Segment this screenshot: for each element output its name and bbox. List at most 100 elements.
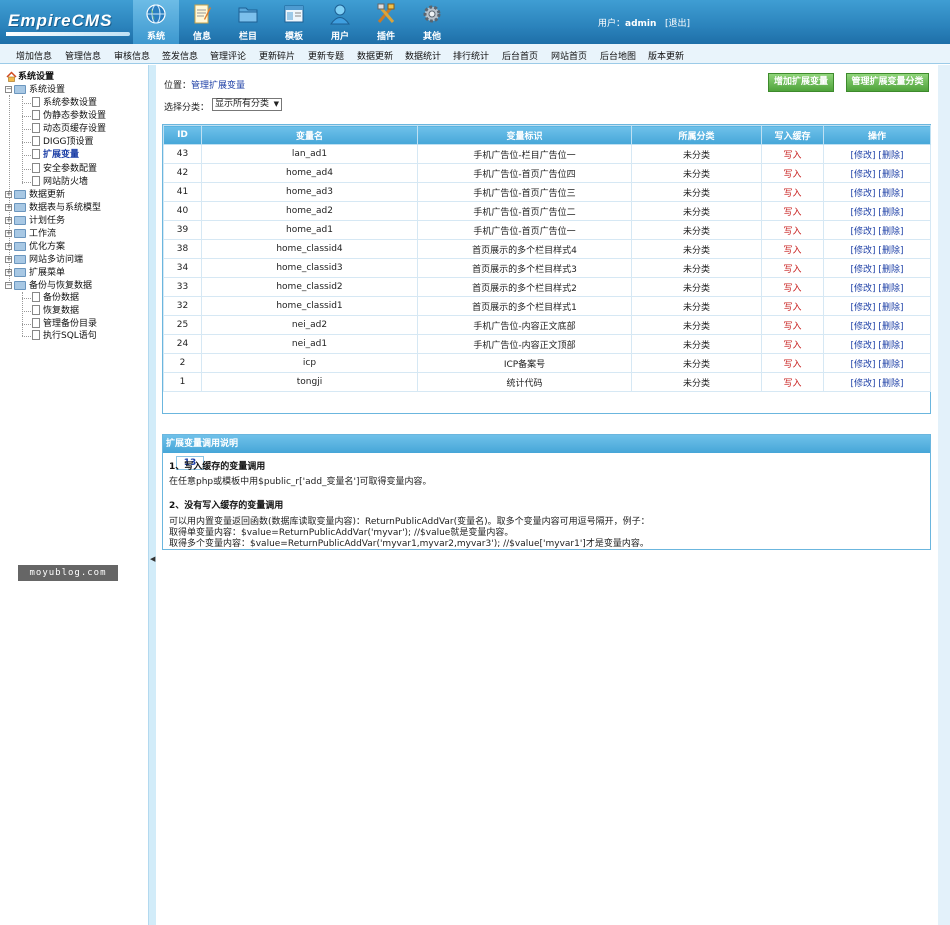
submenu-item[interactable]: 数据统计 [405, 49, 441, 62]
submenu-item[interactable]: 后台首页 [502, 49, 538, 62]
submenu-item[interactable]: 更新碎片 [259, 49, 295, 62]
cell-ops[interactable]: [修改] [删除] [823, 258, 931, 278]
cell-cache[interactable]: 写入 [761, 201, 824, 221]
sidebar-item-restore-data[interactable]: 恢复数据 [32, 305, 146, 317]
right-rail [938, 65, 950, 925]
cell-cache[interactable]: 写入 [761, 239, 824, 259]
expand-icon[interactable]: + [5, 191, 12, 198]
expand-icon[interactable]: + [5, 217, 12, 224]
tree-group-system-settings[interactable]: − 系统设置 [5, 84, 145, 96]
tree-guide-line [22, 336, 31, 337]
cell-cache[interactable]: 写入 [761, 144, 824, 164]
empirecms-logo[interactable]: EmpireCMS [6, 8, 132, 38]
sidebar-item-manage-backup-dir[interactable]: 管理备份目录 [32, 318, 146, 330]
nav-tab-plugin[interactable]: 插件 [363, 0, 409, 44]
sidebar-splitter[interactable]: ◀ [148, 65, 156, 925]
cell-ops[interactable]: [修改] [删除] [823, 334, 931, 354]
tree-group-extend-menu[interactable]: + 扩展菜单 [5, 267, 145, 279]
nav-tab-user[interactable]: 用户 [317, 0, 363, 44]
sidebar-item-extend-vars[interactable]: 扩展变量 [32, 149, 146, 161]
help-text-2c: 取得多个变量内容：$value=ReturnPublicAddVar('myva… [169, 539, 649, 549]
cell-ops[interactable]: [修改] [删除] [823, 239, 931, 259]
add-extend-var-button[interactable]: 增加扩展变量 [768, 73, 834, 92]
nav-tab-label: 模板 [284, 32, 303, 42]
tree-group-scheduled-tasks[interactable]: + 计划任务 [5, 215, 145, 227]
expand-icon[interactable]: + [5, 243, 12, 250]
submenu-item[interactable]: 更新专题 [308, 49, 344, 62]
tree-group-workflow[interactable]: + 工作流 [5, 228, 145, 240]
cell-cache[interactable]: 写入 [761, 220, 824, 240]
nav-tab-info[interactable]: 信息 [179, 0, 225, 44]
cell-ops[interactable]: [修改] [删除] [823, 144, 931, 164]
expand-icon[interactable]: + [5, 230, 12, 237]
cell-ops[interactable]: [修改] [删除] [823, 182, 931, 202]
expand-icon[interactable]: + [5, 204, 12, 211]
submenu-item[interactable]: 签发信息 [162, 49, 198, 62]
manage-var-class-button[interactable]: 管理扩展变量分类 [846, 73, 929, 92]
nav-tab-system[interactable]: 系统 [133, 0, 179, 44]
tree-group-multi-access[interactable]: + 网站多访问端 [5, 254, 145, 266]
cell-cache[interactable]: 写入 [761, 258, 824, 278]
cell-cache[interactable]: 写入 [761, 334, 824, 354]
sidebar-item-system-params[interactable]: 系统参数设置 [32, 97, 146, 109]
cell-cache[interactable]: 写入 [761, 353, 824, 373]
tree-group-data-tables[interactable]: + 数据表与系统模型 [5, 202, 145, 214]
submenu-item[interactable]: 后台地图 [600, 49, 636, 62]
tree-group-backup[interactable]: − 备份与恢复数据 [5, 280, 145, 292]
cell-cache[interactable]: 写入 [761, 163, 824, 183]
class-select[interactable]: 显示所有分类 ▼ [212, 98, 282, 111]
sidebar-item-pseudo-static[interactable]: 伪静态参数设置 [32, 110, 146, 122]
main-content: 位置：管理扩展变量 增加扩展变量 管理扩展变量分类 选择分类： 显示所有分类 ▼… [156, 65, 938, 925]
nav-tab-column[interactable]: 栏目 [225, 0, 271, 44]
tree-group-label: 数据表与系统模型 [29, 203, 102, 213]
tree-group-label: 系统设置 [29, 85, 66, 95]
nav-tab-template[interactable]: 模板 [271, 0, 317, 44]
cell-cache[interactable]: 写入 [761, 182, 824, 202]
submenu-item[interactable]: 管理信息 [65, 49, 101, 62]
folder-icon [14, 281, 26, 290]
document-icon [32, 292, 40, 302]
sidebar-item-digg[interactable]: DIGG顶设置 [32, 136, 146, 148]
sidebar-item-firewall[interactable]: 网站防火墙 [32, 176, 146, 188]
cell-ops[interactable]: [修改] [删除] [823, 353, 931, 373]
submenu-item[interactable]: 管理评论 [210, 49, 246, 62]
tree-group-optimization[interactable]: + 优化方案 [5, 241, 145, 253]
sidebar-item-security[interactable]: 安全参数配置 [32, 163, 146, 175]
tree-group-data-update[interactable]: + 数据更新 [5, 189, 145, 201]
submenu-item[interactable]: 增加信息 [16, 49, 52, 62]
home-icon [6, 71, 17, 82]
cell-ops[interactable]: [修改] [删除] [823, 163, 931, 183]
cell-ops[interactable]: [修改] [删除] [823, 220, 931, 240]
cell-id: 40 [163, 201, 202, 221]
sidebar-item-exec-sql[interactable]: 执行SQL语句 [32, 330, 146, 342]
submenu-item[interactable]: 审核信息 [114, 49, 150, 62]
cell-cache[interactable]: 写入 [761, 296, 824, 316]
expand-icon[interactable]: + [5, 256, 12, 263]
cell-cache[interactable]: 写入 [761, 372, 824, 392]
tree-root[interactable]: 系统设置 [6, 71, 146, 83]
cell-ops[interactable]: [修改] [删除] [823, 372, 931, 392]
nav-tab-other[interactable]: 其他 [409, 0, 455, 44]
sidebar-item-dynamic-cache[interactable]: 动态页缓存设置 [32, 123, 146, 135]
submenu-item[interactable]: 排行统计 [453, 49, 489, 62]
submenu-item[interactable]: 版本更新 [648, 49, 684, 62]
document-icon [32, 136, 40, 146]
folder-icon [238, 7, 258, 23]
submenu-item[interactable]: 数据更新 [357, 49, 393, 62]
collapse-icon[interactable]: − [5, 282, 12, 289]
table-row: 33 home_classid2 首页展示的多个栏目样式2 未分类 写入 [修改] [删除… [163, 277, 931, 297]
collapse-arrow-icon[interactable]: ◀ [150, 555, 155, 563]
cell-cache[interactable]: 写入 [761, 277, 824, 297]
logout-link[interactable]: [退出] [665, 19, 690, 29]
breadcrumb-link[interactable]: 管理扩展变量 [191, 81, 245, 91]
cell-ops[interactable]: [修改] [删除] [823, 201, 931, 221]
cell-ops[interactable]: [修改] [删除] [823, 296, 931, 316]
cell-cache[interactable]: 写入 [761, 315, 824, 335]
cell-ops[interactable]: [修改] [删除] [823, 277, 931, 297]
submenu-item[interactable]: 网站首页 [551, 49, 587, 62]
collapse-icon[interactable]: − [5, 86, 12, 93]
sidebar-item-backup-data[interactable]: 备份数据 [32, 292, 146, 304]
cell-ops[interactable]: [修改] [删除] [823, 315, 931, 335]
cell-id: 39 [163, 220, 202, 240]
expand-icon[interactable]: + [5, 269, 12, 276]
